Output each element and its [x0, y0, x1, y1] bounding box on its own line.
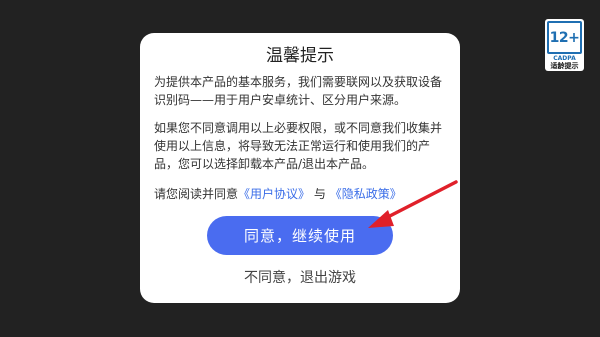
- dialog-title: 温馨提示: [266, 46, 334, 66]
- service-notice-text: 为提供本产品的基本服务，我们需要联网以及获取设备识别码——用于用户安卓统计、区分…: [154, 75, 443, 107]
- red-arrow-icon: [368, 180, 458, 228]
- user-agreement-link[interactable]: 《用户协议》: [238, 187, 310, 201]
- age-rating-org: CADPA: [553, 55, 576, 62]
- age-rating-number: 12+: [547, 21, 582, 54]
- game-screen: 12+ CADPA 适龄提示 温馨提示 为提供本产品的基本服务，我们需要联网以及…: [0, 0, 600, 337]
- consent-prefix: 请您阅读并同意: [154, 187, 239, 201]
- age-rating-badge: 12+ CADPA 适龄提示: [545, 19, 584, 71]
- privacy-dialog: 温馨提示 为提供本产品的基本服务，我们需要联网以及获取设备识别码——用于用户安卓…: [140, 33, 460, 303]
- permission-notice-text: 如果您不同意调用以上必要权限，或不同意我们收集并使用以上信息，将导致无法正常运行…: [154, 121, 443, 171]
- consent-and: 与: [313, 187, 326, 201]
- disagree-exit-button[interactable]: 不同意，退出游戏: [140, 267, 460, 287]
- age-rating-label: 适龄提示: [550, 62, 579, 70]
